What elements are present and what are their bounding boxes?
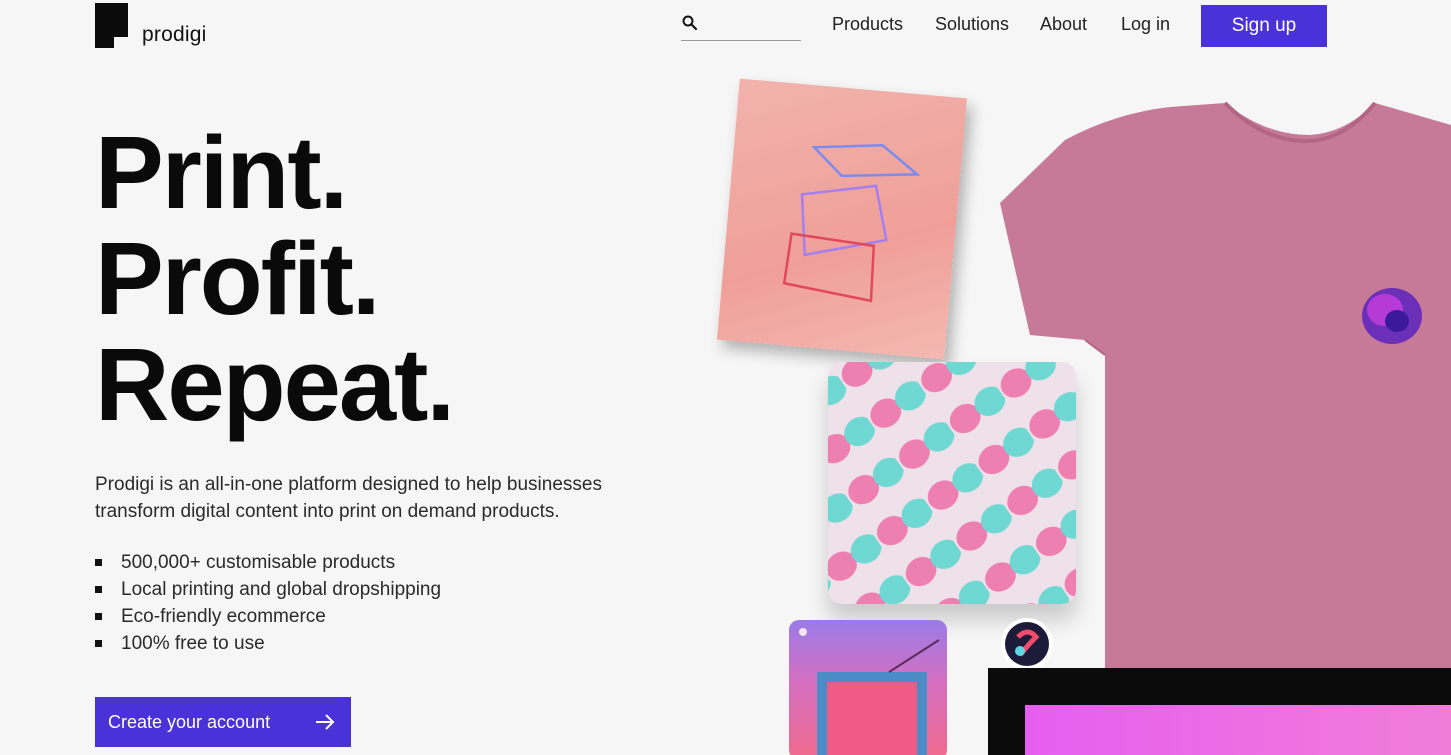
bullet-icon: [95, 640, 102, 647]
nav-login[interactable]: Log in: [1121, 14, 1170, 35]
nav-solutions[interactable]: Solutions: [935, 14, 1009, 35]
signup-button[interactable]: Sign up: [1201, 5, 1327, 47]
search-icon: [682, 15, 698, 31]
headline-line-2: Profit.: [95, 221, 381, 336]
poster-image: [717, 78, 967, 360]
feature-text: 500,000+ customisable products: [121, 552, 396, 573]
feature-text: Eco-friendly ecommerce: [121, 606, 326, 627]
feature-item: Eco-friendly ecommerce: [95, 603, 441, 630]
laptop-screen: [1025, 705, 1451, 755]
bullet-icon: [95, 613, 102, 620]
feature-item: 100% free to use: [95, 630, 441, 657]
create-account-button[interactable]: Create your account: [95, 697, 351, 747]
tablet-case-image: [789, 620, 947, 755]
laptop-image: [988, 668, 1451, 755]
headline-line-1: Print.: [95, 115, 348, 230]
search-bar[interactable]: [681, 10, 801, 41]
create-account-label: Create your account: [108, 711, 271, 732]
search-input[interactable]: [703, 12, 799, 36]
sticker-image: [998, 615, 1056, 673]
logo-text: prodigi: [142, 23, 207, 46]
hero-headline: Print. Profit. Repeat.: [95, 115, 455, 442]
tshirt-graphic: [1362, 288, 1422, 344]
headline-line-3: Repeat.: [95, 327, 455, 442]
arrow-right-icon: [315, 712, 335, 732]
feature-list: 500,000+ customisable products Local pri…: [95, 549, 441, 657]
feature-item: Local printing and global dropshipping: [95, 576, 441, 603]
nav-about[interactable]: About: [1040, 14, 1087, 35]
pillow-image: [828, 362, 1076, 604]
logo[interactable]: prodigi: [95, 3, 206, 48]
bullet-icon: [95, 586, 102, 593]
hero-description: Prodigi is an all-in-one platform design…: [95, 474, 602, 522]
prodigi-logo-icon: [95, 3, 128, 48]
bullet-icon: [95, 559, 102, 566]
feature-text: 100% free to use: [121, 633, 265, 654]
feature-text: Local printing and global dropshipping: [121, 579, 442, 600]
nav-products[interactable]: Products: [832, 14, 903, 35]
feature-item: 500,000+ customisable products: [95, 549, 441, 576]
